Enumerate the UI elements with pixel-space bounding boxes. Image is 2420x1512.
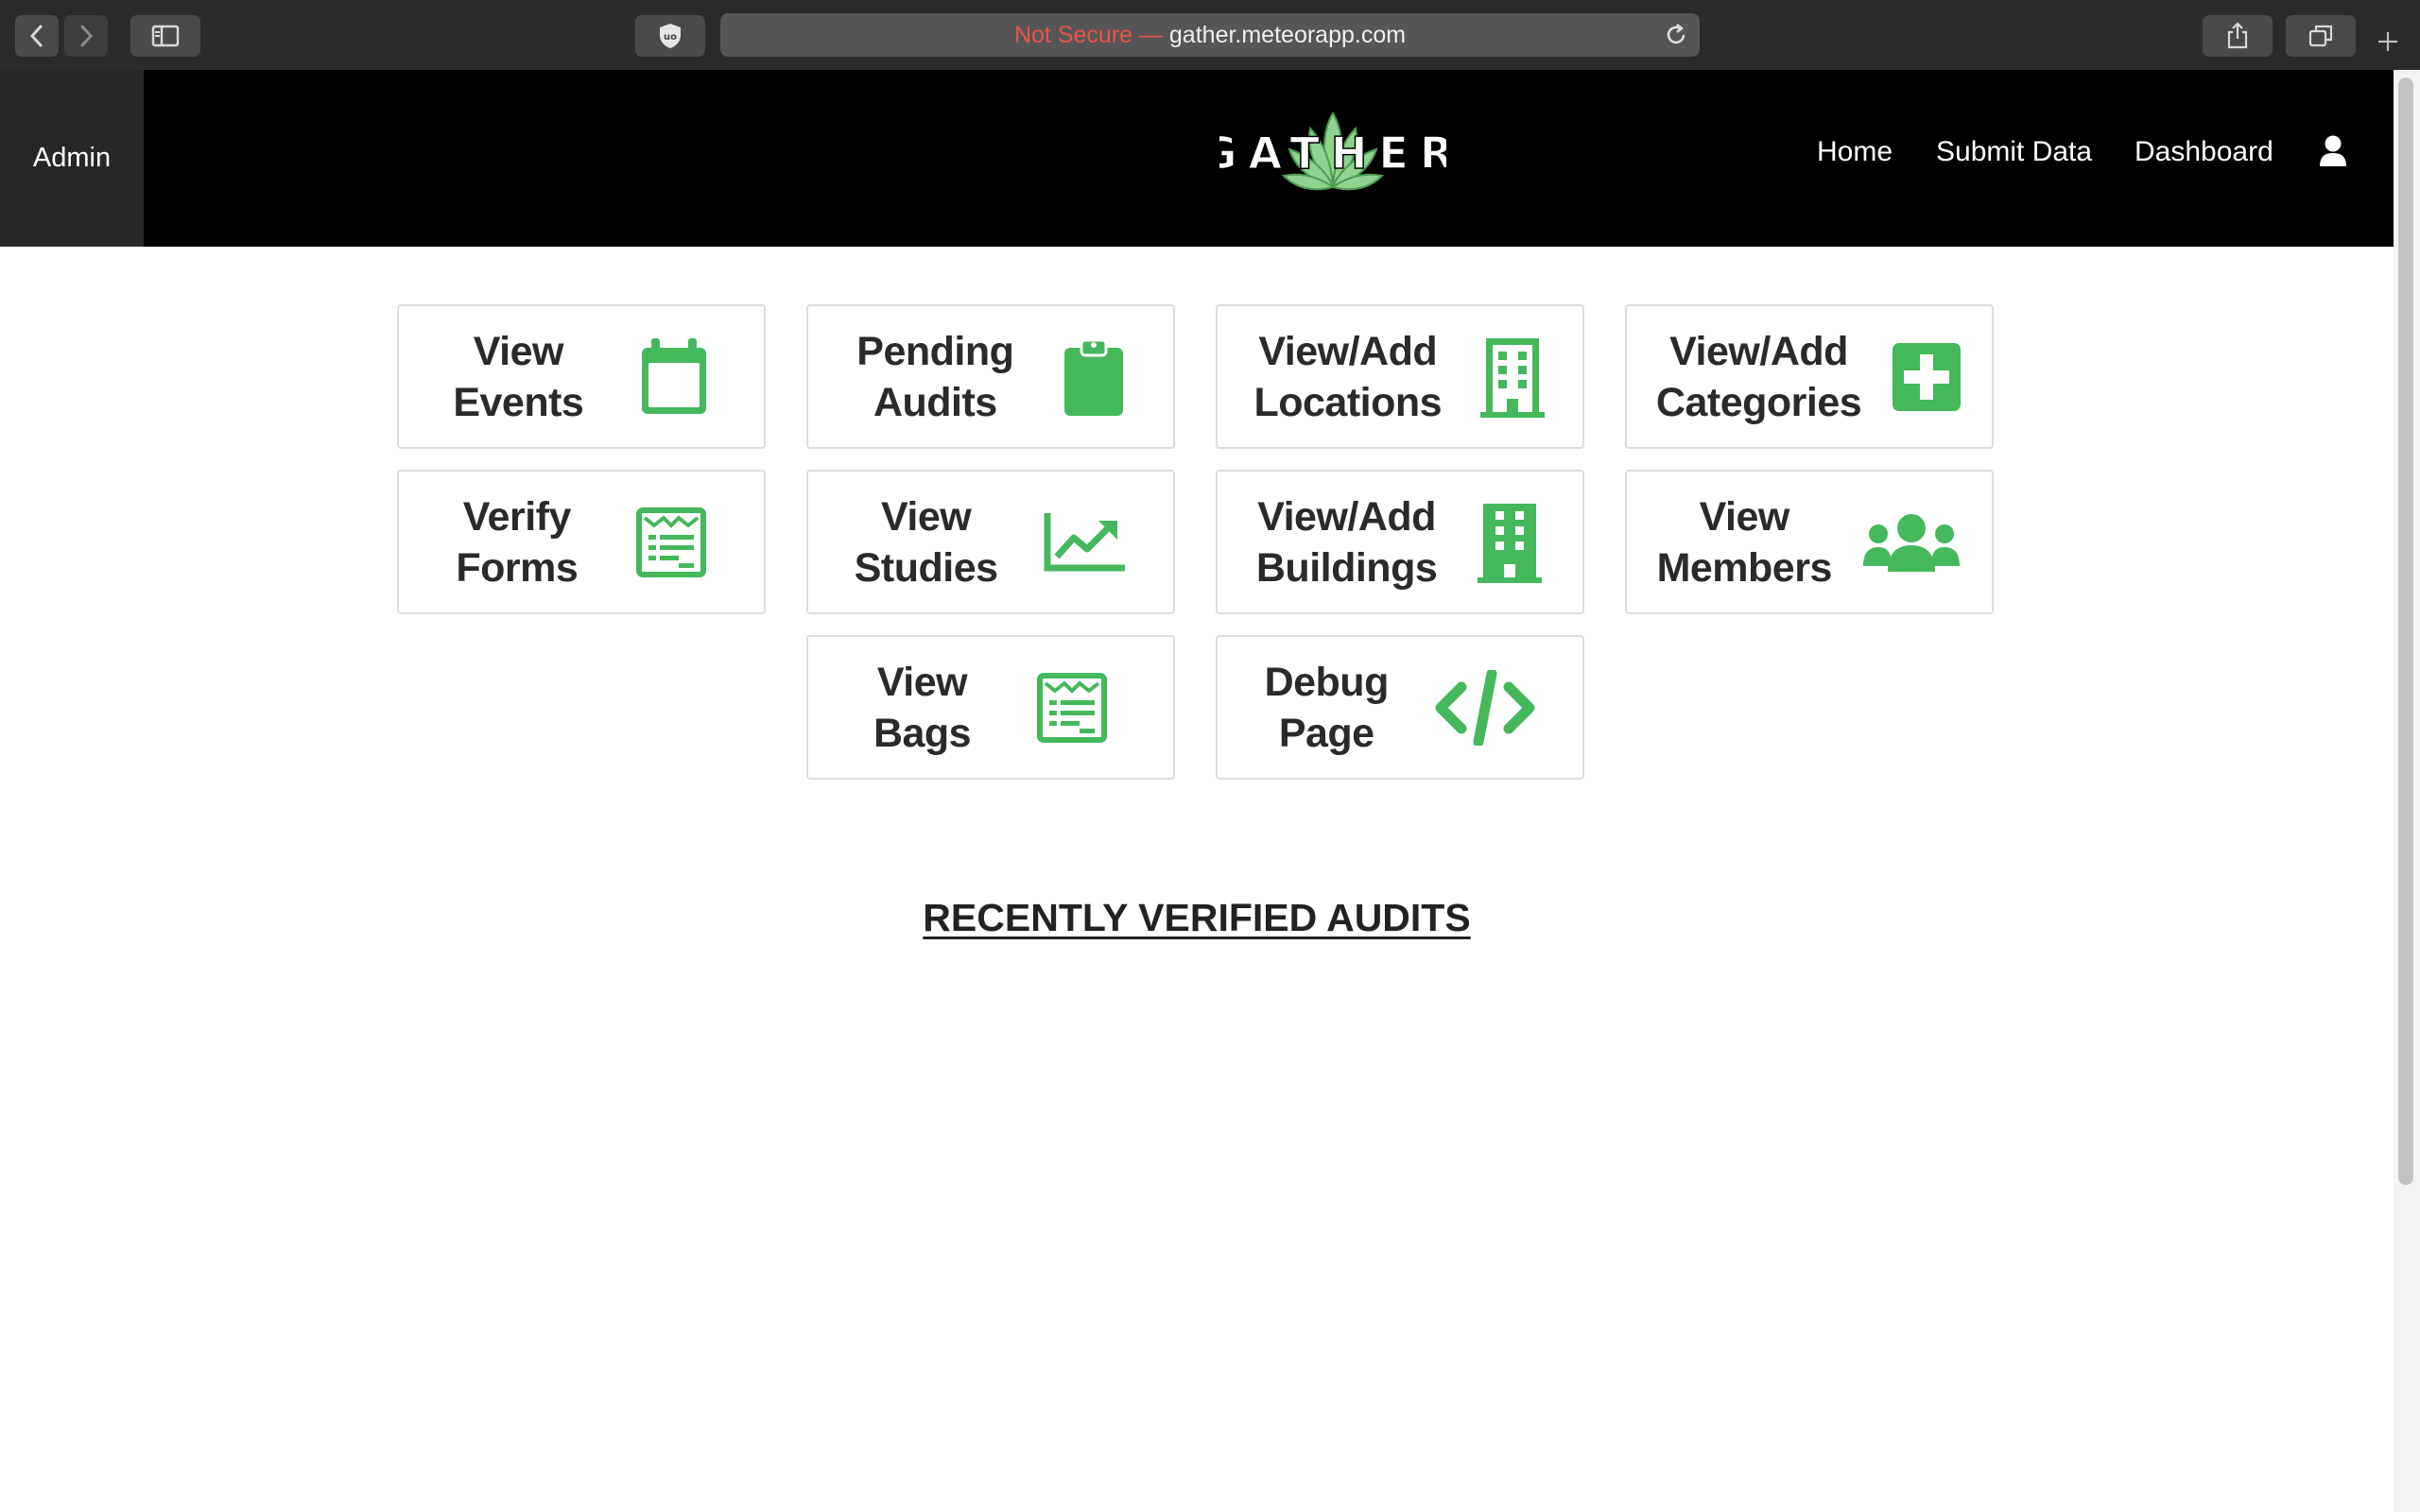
url-text: gather.meteorapp.com xyxy=(1168,21,1407,48)
not-secure-label: Not Secure — xyxy=(1013,21,1163,48)
privacy-shield-button[interactable]: uo xyxy=(635,15,705,57)
page-scrollbar-thumb[interactable] xyxy=(2398,77,2413,1185)
nav-submit-data-link[interactable]: Submit Data xyxy=(1936,136,2092,168)
svg-text:uo: uo xyxy=(664,32,677,43)
view-add-locations-card[interactable]: View/Add Locations xyxy=(1216,304,1584,449)
form-icon xyxy=(635,507,706,577)
chevron-right-icon xyxy=(80,25,94,47)
code-icon xyxy=(1435,669,1535,746)
reload-icon[interactable] xyxy=(1664,22,1688,48)
debug-page-card[interactable]: Debug Page xyxy=(1216,635,1584,780)
card-label: Pending Audits xyxy=(856,328,1014,425)
pending-audits-card[interactable]: Pending Audits xyxy=(806,304,1175,449)
share-button[interactable] xyxy=(2203,15,2273,57)
view-add-categories-card[interactable]: View/Add Categories xyxy=(1625,304,1994,449)
admin-label: Admin xyxy=(32,143,112,173)
card-label: View Events xyxy=(453,328,584,425)
browser-toolbar: uo Not Secure — gather.meteorapp.com xyxy=(0,0,2420,71)
admin-menu-button[interactable]: Admin xyxy=(0,70,144,247)
card-label: View/Add Locations xyxy=(1253,328,1443,425)
nav-home-link[interactable]: Home xyxy=(1817,136,1893,168)
shield-icon: uo xyxy=(660,24,681,48)
form-icon xyxy=(1037,672,1108,743)
card-label: Verify Forms xyxy=(456,493,579,591)
view-events-card[interactable]: View Events xyxy=(397,304,766,449)
gather-logo[interactable]: GATHER xyxy=(1201,104,1454,198)
view-members-card[interactable]: View Members xyxy=(1625,470,1994,614)
user-icon[interactable] xyxy=(2318,134,2348,168)
share-icon xyxy=(2227,22,2248,49)
card-label: View Studies xyxy=(854,493,998,591)
nav-dashboard-link[interactable]: Dashboard xyxy=(2135,136,2273,168)
plus-square-icon xyxy=(1893,342,1962,411)
clipboard-icon xyxy=(1063,338,1123,416)
new-tab-icon[interactable] xyxy=(2375,28,2401,55)
users-icon xyxy=(1863,513,1961,572)
card-label: View/Add Buildings xyxy=(1255,493,1438,591)
logo-text: GATHER xyxy=(1219,128,1446,179)
view-add-buildings-card[interactable]: View/Add Buildings xyxy=(1216,470,1584,614)
app-header: Admin GATHER Home Submit Data Dashboard xyxy=(0,70,2394,247)
card-label: Debug Page xyxy=(1264,659,1390,756)
verify-forms-card[interactable]: Verify Forms xyxy=(397,470,766,614)
calendar-icon xyxy=(641,337,706,414)
card-label: View/Add Categories xyxy=(1655,328,1862,425)
building-icon xyxy=(1479,337,1545,418)
recently-verified-audits-heading: RECENTLY VERIFIED AUDITS xyxy=(923,896,1471,939)
sidebar-toggle-button[interactable] xyxy=(130,15,200,57)
view-bags-card[interactable]: View Bags xyxy=(806,635,1175,780)
forward-button[interactable] xyxy=(64,15,108,57)
lotus-logo-icon: GATHER xyxy=(1201,112,1454,191)
card-label: View Members xyxy=(1656,493,1833,591)
tabs-icon xyxy=(2308,25,2333,47)
chart-line-icon xyxy=(1044,512,1126,571)
sidebar-icon xyxy=(151,25,180,47)
card-label: View Bags xyxy=(873,659,972,756)
back-button[interactable] xyxy=(15,15,59,57)
building-icon xyxy=(1478,503,1543,583)
address-bar[interactable]: Not Secure — gather.meteorapp.com xyxy=(720,13,1700,57)
tabs-overview-button[interactable] xyxy=(2286,15,2356,57)
view-studies-card[interactable]: View Studies xyxy=(806,470,1175,614)
chevron-left-icon xyxy=(29,25,43,47)
